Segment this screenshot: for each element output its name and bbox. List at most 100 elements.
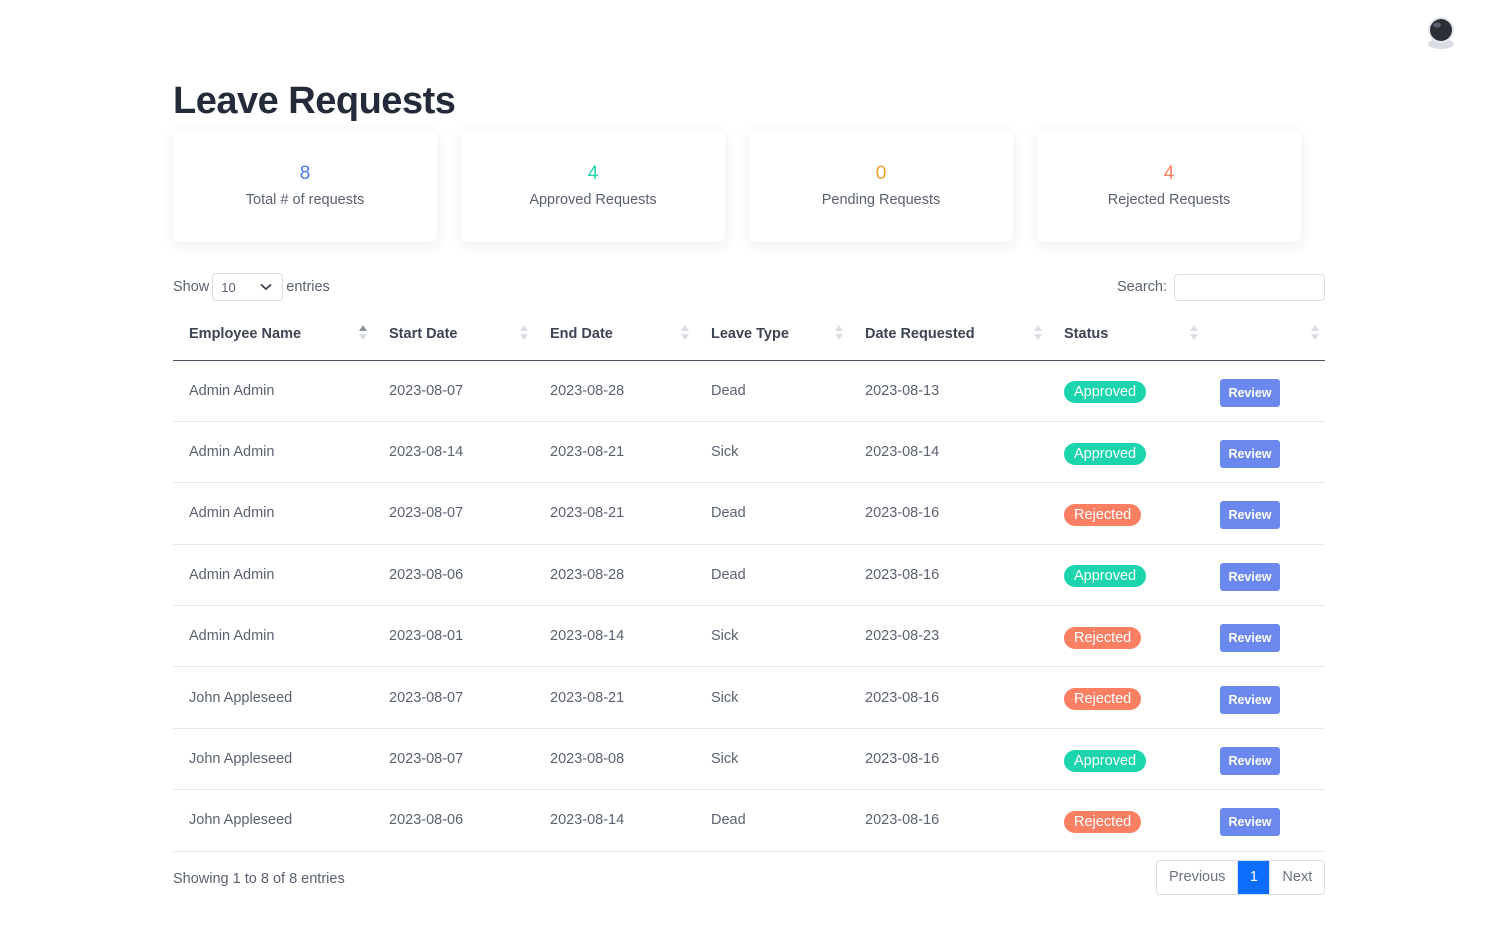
- column-header-action[interactable]: [1204, 308, 1325, 361]
- cell-employee-name: Admin Admin: [173, 421, 373, 484]
- cell-start-date: 2023-08-07: [373, 482, 534, 545]
- cell-action: Review: [1204, 482, 1325, 545]
- cell-date-requested: 2023-08-23: [849, 605, 1048, 668]
- cell-status: Rejected: [1048, 482, 1204, 545]
- status-badge: Rejected: [1064, 626, 1142, 649]
- table-row: Admin Admin 2023-08-01 2023-08-14 Sick 2…: [173, 605, 1325, 668]
- status-badge: Approved: [1064, 381, 1147, 404]
- stat-card-rejected: 4 Rejected Requests: [1037, 131, 1301, 242]
- column-header-end-date[interactable]: End Date: [534, 308, 695, 361]
- leave-requests-table: Employee Name Start Date End Date Leave …: [173, 308, 1325, 852]
- status-badge: Rejected: [1064, 688, 1142, 711]
- cell-employee-name: John Appleseed: [173, 789, 373, 852]
- status-badge: Approved: [1064, 442, 1147, 465]
- cell-action: Review: [1204, 421, 1325, 484]
- cell-status: Rejected: [1048, 605, 1204, 668]
- column-header-date-requested[interactable]: Date Requested: [849, 308, 1048, 361]
- cell-employee-name: Admin Admin: [173, 360, 373, 422]
- cell-end-date: 2023-08-28: [534, 360, 695, 422]
- cell-end-date: 2023-08-21: [534, 666, 695, 729]
- next-page-button[interactable]: Next: [1269, 861, 1325, 894]
- cell-leave-type: Sick: [695, 421, 849, 484]
- table-header-row: Employee Name Start Date End Date Leave …: [173, 308, 1325, 361]
- page-size-value: 10: [221, 279, 236, 295]
- cell-action: Review: [1204, 360, 1325, 422]
- cell-end-date: 2023-08-14: [534, 789, 695, 852]
- cell-start-date: 2023-08-14: [373, 421, 534, 484]
- page-size-control: Show 10 entries: [173, 273, 330, 301]
- cell-date-requested: 2023-08-13: [849, 360, 1048, 422]
- cell-status: Approved: [1048, 421, 1204, 484]
- table-row: Admin Admin 2023-08-07 2023-08-21 Dead 2…: [173, 482, 1325, 545]
- status-badge: Rejected: [1064, 810, 1142, 833]
- cell-end-date: 2023-08-21: [534, 421, 695, 484]
- cell-start-date: 2023-08-07: [373, 666, 534, 729]
- previous-page-button[interactable]: Previous: [1157, 861, 1239, 894]
- chevron-down-icon: [260, 283, 272, 291]
- table-row: John Appleseed 2023-08-07 2023-08-08 Sic…: [173, 728, 1325, 791]
- astronaut-avatar-icon: [1428, 17, 1454, 49]
- review-button[interactable]: Review: [1220, 562, 1280, 591]
- search-input[interactable]: [1174, 273, 1325, 301]
- status-badge: Rejected: [1064, 503, 1142, 526]
- cell-employee-name: Admin Admin: [173, 544, 373, 607]
- cell-start-date: 2023-08-06: [373, 544, 534, 607]
- sort-arrows-icon: [835, 325, 843, 341]
- column-header-start-date[interactable]: Start Date: [373, 308, 534, 361]
- cell-leave-type: Sick: [695, 666, 849, 729]
- table-row: John Appleseed 2023-08-07 2023-08-21 Sic…: [173, 666, 1325, 729]
- review-button[interactable]: Review: [1220, 378, 1280, 407]
- stat-value-rejected: 4: [1163, 163, 1175, 184]
- table-row: Admin Admin 2023-08-07 2023-08-28 Dead 2…: [173, 360, 1325, 422]
- column-header-employee-name[interactable]: Employee Name: [173, 308, 373, 361]
- page-size-select[interactable]: 10: [212, 273, 284, 301]
- stat-card-pending: 0 Pending Requests: [749, 131, 1013, 242]
- stat-value-pending: 0: [875, 163, 887, 184]
- cell-date-requested: 2023-08-14: [849, 421, 1048, 484]
- cell-end-date: 2023-08-21: [534, 482, 695, 545]
- cell-action: Review: [1204, 544, 1325, 607]
- stat-label-rejected: Rejected Requests: [1107, 192, 1231, 208]
- cell-date-requested: 2023-08-16: [849, 666, 1048, 729]
- sort-arrows-icon: [681, 325, 689, 341]
- column-header-leave-type[interactable]: Leave Type: [695, 308, 849, 361]
- cell-action: Review: [1204, 728, 1325, 791]
- cell-action: Review: [1204, 605, 1325, 668]
- cell-leave-type: Sick: [695, 728, 849, 791]
- page-1-button[interactable]: 1: [1238, 861, 1270, 894]
- sort-arrows-icon: [1034, 325, 1042, 341]
- cell-leave-type: Dead: [695, 360, 849, 422]
- stat-label-pending: Pending Requests: [821, 192, 941, 208]
- review-button[interactable]: Review: [1220, 624, 1280, 653]
- cell-date-requested: 2023-08-16: [849, 789, 1048, 852]
- search-control: Search:: [1117, 273, 1325, 301]
- review-button[interactable]: Review: [1220, 808, 1280, 837]
- show-label: Show: [173, 279, 210, 295]
- cell-end-date: 2023-08-28: [534, 544, 695, 607]
- cell-leave-type: Dead: [695, 789, 849, 852]
- cell-end-date: 2023-08-08: [534, 728, 695, 791]
- cell-start-date: 2023-08-07: [373, 728, 534, 791]
- table-info: Showing 1 to 8 of 8 entries: [173, 871, 345, 887]
- stat-card-approved: 4 Approved Requests: [461, 131, 725, 242]
- user-avatar[interactable]: [1425, 15, 1457, 49]
- review-button[interactable]: Review: [1220, 685, 1280, 714]
- sort-arrows-icon: [1311, 325, 1319, 341]
- cell-leave-type: Dead: [695, 544, 849, 607]
- review-button[interactable]: Review: [1220, 747, 1280, 776]
- search-label: Search:: [1117, 279, 1167, 295]
- review-button[interactable]: Review: [1220, 501, 1280, 530]
- pagination: Previous 1 Next: [1156, 860, 1326, 895]
- cell-leave-type: Dead: [695, 482, 849, 545]
- cell-start-date: 2023-08-07: [373, 360, 534, 422]
- cell-status: Rejected: [1048, 789, 1204, 852]
- entries-label: entries: [286, 279, 330, 295]
- column-header-status[interactable]: Status: [1048, 308, 1204, 361]
- stats-row: 8 Total # of requests 4 Approved Request…: [173, 131, 1303, 242]
- stat-card-total: 8 Total # of requests: [173, 131, 437, 242]
- table-row: Admin Admin 2023-08-14 2023-08-21 Sick 2…: [173, 421, 1325, 484]
- cell-employee-name: John Appleseed: [173, 728, 373, 791]
- review-button[interactable]: Review: [1220, 440, 1280, 469]
- stat-value-approved: 4: [587, 163, 599, 184]
- sort-arrows-icon: [520, 325, 528, 341]
